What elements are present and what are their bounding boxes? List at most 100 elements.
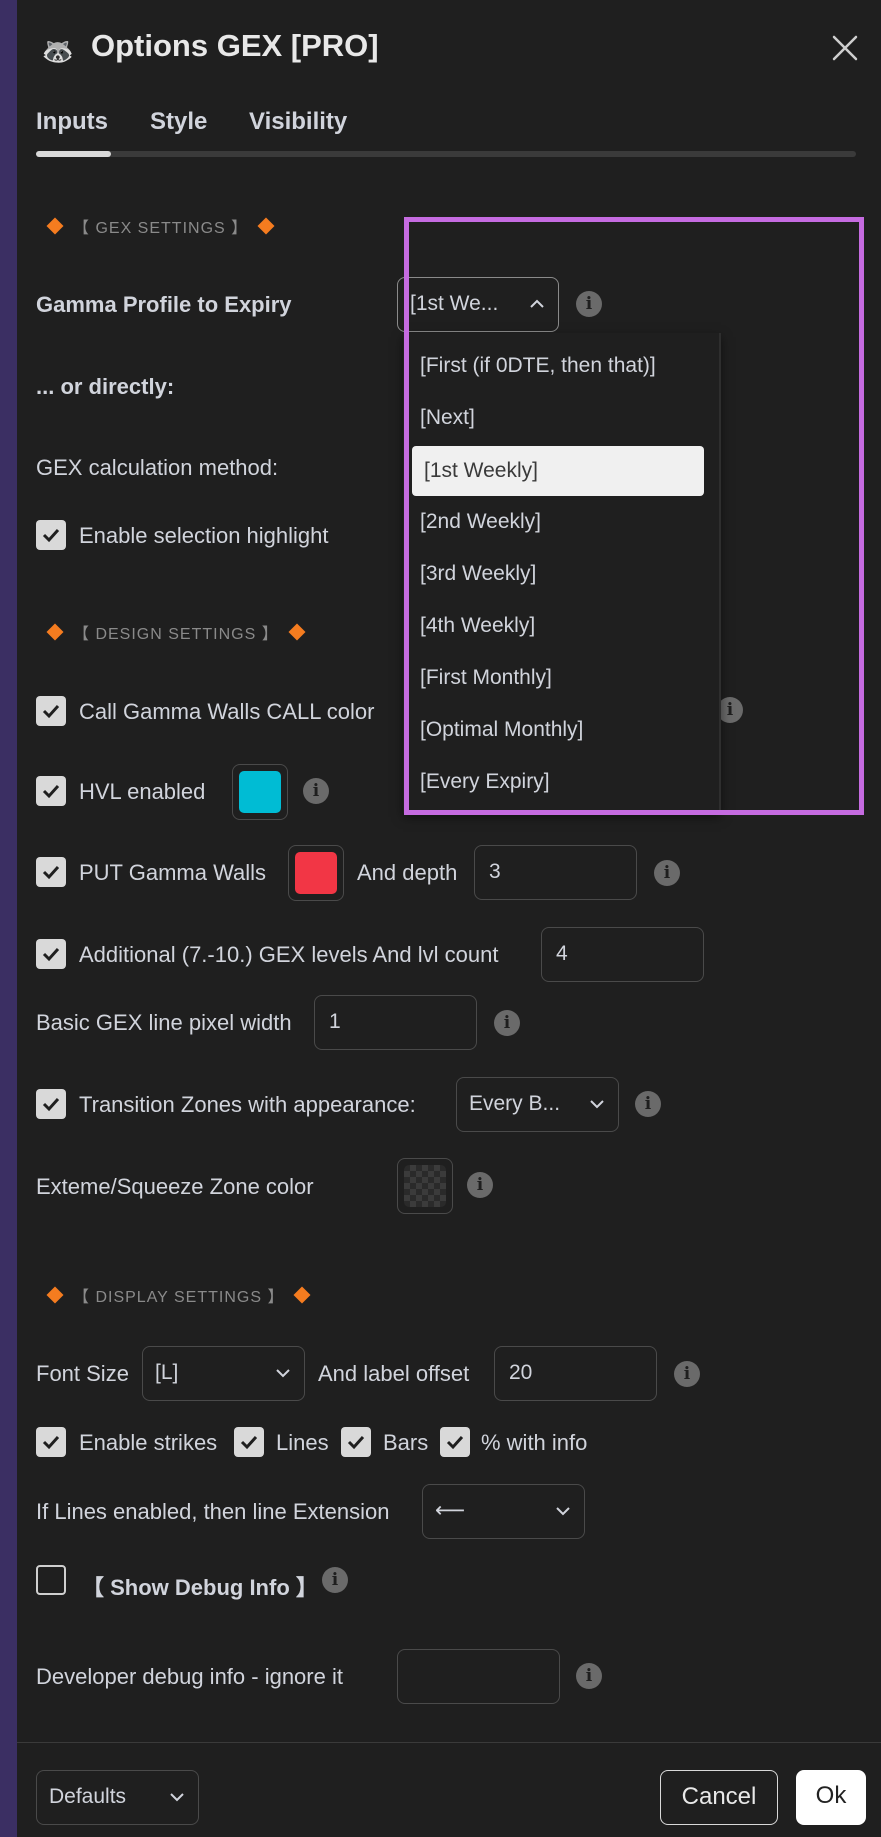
cancel-button[interactable]: Cancel	[660, 1770, 778, 1825]
check-icon	[347, 1435, 365, 1450]
tab-track	[36, 151, 856, 157]
check-icon	[42, 1435, 60, 1450]
defaults-select[interactable]: Defaults	[36, 1770, 199, 1825]
hvl-color-swatch[interactable]	[232, 764, 288, 820]
settings-dialog: 🦝 Options GEX [PRO] Inputs Style Visibil…	[17, 0, 881, 1837]
additional-levels-checkbox[interactable]	[36, 939, 66, 969]
close-button[interactable]	[827, 30, 863, 66]
lvl-count-input[interactable]: 4	[541, 927, 704, 982]
call-walls-checkbox[interactable]	[36, 696, 66, 726]
put-color	[295, 852, 337, 894]
dev-debug-label: Developer debug info - ignore it	[36, 1664, 343, 1689]
diamond-icon	[293, 1286, 311, 1304]
info-icon[interactable]: i	[303, 778, 329, 804]
squeeze-color	[404, 1165, 446, 1207]
gamma-profile-value: [1st We...	[410, 292, 499, 315]
bars-checkbox[interactable]	[341, 1427, 371, 1457]
strikes-label: Enable strikes	[79, 1430, 218, 1455]
gamma-profile-label: Gamma Profile to Expiry	[36, 292, 292, 317]
info-icon[interactable]: i	[322, 1567, 348, 1593]
section-title: 【 GEX SETTINGS 】	[73, 220, 249, 237]
font-size-label: Font Size	[36, 1361, 129, 1386]
info-icon[interactable]: i	[576, 1663, 602, 1689]
debug-info-label: 【 Show Debug Info 】	[82, 1575, 318, 1600]
directly-label: ... or directly:	[36, 374, 175, 399]
label-offset-label: And label offset	[318, 1361, 470, 1386]
section-gex-settings: 【 GEX SETTINGS 】	[43, 214, 278, 238]
hvl-color	[239, 771, 281, 813]
chevron-down-icon	[590, 1100, 604, 1109]
transition-zones-select[interactable]: Every B...	[456, 1077, 619, 1132]
tab-visibility[interactable]: Visibility	[249, 108, 347, 136]
check-icon	[42, 1097, 60, 1112]
info-icon[interactable]: i	[576, 291, 602, 317]
dropdown-option[interactable]: [Next]	[403, 393, 715, 443]
selection-highlight-label: Enable selection highlight	[79, 523, 329, 548]
font-size-value: [L]	[155, 1361, 179, 1384]
raccoon-icon: 🦝	[41, 36, 75, 66]
calc-method-label: GEX calculation method:	[36, 455, 279, 480]
lines-checkbox[interactable]	[234, 1427, 264, 1457]
put-walls-label: PUT Gamma Walls	[79, 860, 267, 885]
dropdown-option[interactable]: [4th Weekly]	[403, 601, 715, 651]
dropdown-option[interactable]: [Optimal Monthly]	[403, 705, 715, 755]
gamma-profile-select[interactable]: [1st We...	[397, 277, 559, 332]
tab-inputs[interactable]: Inputs	[36, 108, 108, 136]
chevron-down-icon	[556, 1507, 570, 1516]
tab-active-indicator	[36, 151, 111, 157]
transition-zones-checkbox[interactable]	[36, 1089, 66, 1119]
expiry-dropdown-list: [First (if 0DTE, then that)] [Next] [1st…	[403, 333, 721, 813]
line-extension-label: If Lines enabled, then line Extension	[36, 1499, 390, 1524]
transition-zones-label: Transition Zones with appearance:	[79, 1092, 416, 1117]
pct-info-label: % with info	[481, 1430, 588, 1455]
info-icon[interactable]: i	[674, 1361, 700, 1387]
dropdown-option-selected[interactable]: [1st Weekly]	[412, 446, 704, 496]
call-walls-label: Call Gamma Walls CALL color	[79, 699, 375, 724]
hvl-checkbox[interactable]	[36, 776, 66, 806]
chevron-down-icon	[276, 1369, 290, 1378]
diamond-icon	[46, 217, 64, 235]
dropdown-option[interactable]: [2nd Weekly]	[403, 497, 715, 547]
dropdown-option[interactable]: [3rd Weekly]	[403, 549, 715, 599]
depth-input[interactable]: 3	[474, 845, 637, 900]
bars-label: Bars	[383, 1430, 429, 1455]
put-color-swatch[interactable]	[288, 845, 344, 901]
line-width-label: Basic GEX line pixel width	[36, 1010, 292, 1035]
strikes-checkbox[interactable]	[36, 1427, 66, 1457]
footer-divider	[17, 1742, 881, 1743]
dropdown-option[interactable]: [Every Expiry]	[403, 757, 715, 807]
check-icon	[42, 784, 60, 799]
line-extension-select[interactable]: ⟵	[422, 1484, 585, 1539]
font-size-select[interactable]: [L]	[142, 1346, 305, 1401]
additional-levels-label: Additional (7.-10.) GEX levels And lvl c…	[79, 942, 499, 967]
debug-info-checkbox[interactable]	[36, 1565, 66, 1595]
info-icon[interactable]: i	[654, 860, 680, 886]
diamond-icon	[46, 623, 64, 641]
info-icon[interactable]: i	[467, 1172, 493, 1198]
info-icon[interactable]: i	[635, 1091, 661, 1117]
dev-debug-input[interactable]	[397, 1649, 560, 1704]
chevron-up-icon	[530, 299, 544, 308]
squeeze-zone-label: Exteme/Squeeze Zone color	[36, 1174, 314, 1199]
diamond-icon	[257, 217, 275, 235]
check-icon	[446, 1435, 464, 1450]
defaults-label: Defaults	[49, 1785, 127, 1808]
label-offset-input[interactable]: 20	[494, 1346, 657, 1401]
transition-zones-value: Every B...	[469, 1092, 561, 1115]
squeeze-color-swatch[interactable]	[397, 1158, 453, 1214]
check-icon	[240, 1435, 258, 1450]
tab-style[interactable]: Style	[150, 108, 207, 136]
pct-info-checkbox[interactable]	[440, 1427, 470, 1457]
selection-highlight-checkbox[interactable]	[36, 520, 66, 550]
dropdown-option[interactable]: [First (if 0DTE, then that)]	[403, 341, 715, 391]
dropdown-option[interactable]: [First Monthly]	[403, 653, 715, 703]
info-icon[interactable]: i	[494, 1010, 520, 1036]
check-icon	[42, 528, 60, 543]
close-icon	[832, 35, 858, 61]
chevron-down-icon	[170, 1793, 184, 1802]
section-title: 【 DISPLAY SETTINGS 】	[73, 1289, 285, 1306]
check-icon	[42, 947, 60, 962]
put-walls-checkbox[interactable]	[36, 857, 66, 887]
ok-button[interactable]: Ok	[796, 1770, 866, 1825]
line-width-input[interactable]: 1	[314, 995, 477, 1050]
